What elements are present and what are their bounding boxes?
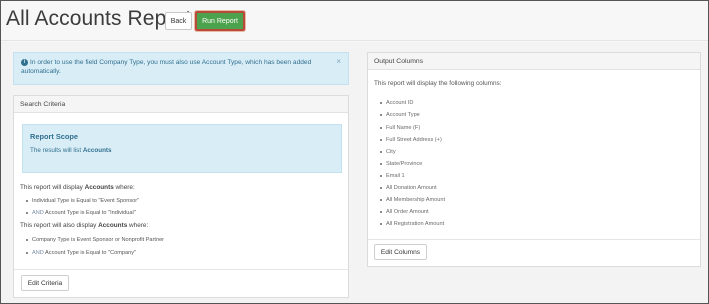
info-alert: i In order to use the field Company Type,… bbox=[13, 52, 349, 85]
display-entity: Accounts bbox=[84, 184, 114, 191]
display-criteria-line: This report will display Accounts where: bbox=[20, 184, 135, 191]
also-entity: Accounts bbox=[98, 222, 128, 229]
output-column-item: Account Type bbox=[380, 112, 420, 118]
search-criteria-heading: Search Criteria bbox=[14, 96, 348, 113]
back-button[interactable]: Back bbox=[165, 12, 192, 30]
output-columns-intro: This report will display the following c… bbox=[374, 80, 502, 87]
output-columns-heading: Output Columns bbox=[368, 53, 700, 70]
criteria-text: Company Type is Event Sponsor or Nonprof… bbox=[32, 237, 165, 243]
criteria-item: AND Account Type is Equal to "Individual… bbox=[26, 210, 136, 216]
output-column-item: All Membership Amount bbox=[379, 197, 446, 203]
display-suffix: where: bbox=[113, 184, 135, 191]
criteria-item: Company Type is Event Sponsor or Nonprof… bbox=[25, 237, 165, 243]
also-display-criteria-line: This report will also display Accounts w… bbox=[20, 222, 148, 229]
output-column-item: All Donation Amount bbox=[380, 185, 437, 191]
criteria-operator: AND bbox=[32, 250, 44, 256]
report-content: i In order to use the field Company Type,… bbox=[1, 42, 708, 303]
panel-divider bbox=[368, 239, 700, 240]
edit-criteria-button[interactable]: Edit Criteria bbox=[21, 275, 69, 291]
criteria-text: Individual Type is Equal to "Event Spons… bbox=[32, 198, 140, 204]
criteria-item: Individual Type is Equal to "Event Spons… bbox=[25, 198, 140, 204]
also-prefix: This report will also display bbox=[20, 222, 99, 229]
output-column-item: Full Name (F) bbox=[379, 125, 421, 131]
display-prefix: This report will display bbox=[20, 184, 85, 191]
output-column-item: Full Street Address (+) bbox=[380, 137, 442, 143]
output-columns-panel: Output Columns This report will display … bbox=[367, 52, 701, 267]
criteria-operator: AND bbox=[32, 210, 44, 216]
search-criteria-panel: Search Criteria Report Scope The results… bbox=[13, 95, 349, 298]
run-report-button[interactable]: Run Report bbox=[195, 11, 245, 31]
output-column-item: State/Province bbox=[379, 161, 423, 167]
report-scope-text: The results will list Accounts bbox=[30, 147, 334, 154]
report-scope-box: Report Scope The results will list Accou… bbox=[22, 124, 342, 173]
output-column-item: Email 1 bbox=[380, 173, 405, 179]
close-icon[interactable]: × bbox=[336, 57, 341, 66]
output-column-item: All Registration Amount bbox=[379, 221, 445, 227]
page-header: All Accounts Report Back Run Report bbox=[1, 1, 708, 41]
scope-entity: Accounts bbox=[82, 147, 112, 154]
criteria-text: Account Type is Equal to "Company" bbox=[43, 250, 136, 256]
edit-columns-button[interactable]: Edit Columns bbox=[374, 244, 427, 260]
page-title: All Accounts Report bbox=[6, 7, 192, 30]
criteria-item: AND Account Type is Equal to "Company" bbox=[26, 250, 136, 256]
also-suffix: where: bbox=[127, 222, 149, 229]
output-column-item: City bbox=[380, 149, 396, 155]
output-column-item: Account ID bbox=[379, 100, 414, 106]
info-circle-icon: i bbox=[21, 58, 28, 66]
alert-text: In order to use the field Company Type, … bbox=[21, 59, 312, 75]
criteria-text: Account Type is Equal to "Individual" bbox=[43, 210, 136, 216]
scope-prefix: The results will list bbox=[30, 147, 83, 154]
output-column-item: All Order Amount bbox=[380, 209, 429, 215]
report-scope-title: Report Scope bbox=[30, 132, 79, 141]
panel-divider bbox=[14, 269, 348, 270]
